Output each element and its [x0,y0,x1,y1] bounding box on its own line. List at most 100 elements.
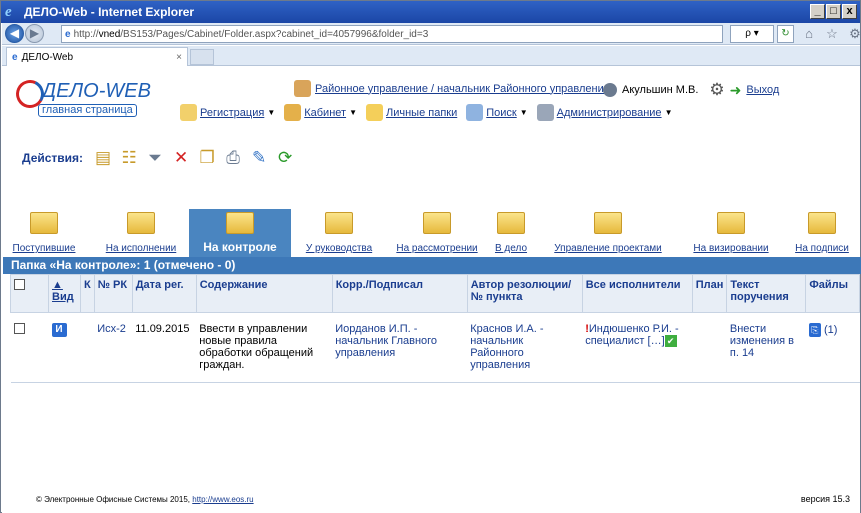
folder-tab-projects[interactable]: Управление проектами [541,209,675,257]
col-files: Файлы [805,274,860,313]
row-text[interactable]: Внести изменения в п. 14 [726,312,806,383]
org-link[interactable]: Районное управление / начальник Районног… [315,83,610,95]
col-num: № РК [93,274,133,313]
row-author[interactable]: Краснов И.А. - начальник Районного управ… [467,312,583,383]
print-icon[interactable]: ⎙ [223,148,243,168]
app-logo[interactable]: ДЕЛО-WEB главная страница [12,76,176,120]
favorites-star-icon[interactable]: ☆ [824,26,840,42]
search-icon [466,104,484,121]
folder-tab-label[interactable]: Управление проектами [541,243,675,254]
document-type-badge[interactable]: И [51,323,67,337]
filter-icon[interactable]: ⏷ [145,148,165,168]
menu-cabinet[interactable]: Кабинет ▼ [284,104,357,121]
folder-tab-review[interactable]: На рассмотрении [388,209,486,257]
folder-tab-label[interactable]: Поступившие [3,243,85,254]
col-corr: Корр./Подписал [331,274,468,313]
folder-icon [497,212,525,234]
folder-tab-label[interactable]: На рассмотрении [388,243,486,254]
maximize-button[interactable]: □ [826,4,841,19]
folder-tab-label[interactable]: На подписи [788,243,856,254]
tab-title: ДЕЛО-Web [21,51,74,63]
list-view-icon[interactable]: ☷ [119,148,139,168]
home-page-link[interactable]: главная страница [38,104,137,117]
refresh-icon[interactable]: ↻ [777,25,794,43]
chevron-down-icon: ▼ [267,108,276,117]
address-bar[interactable]: e http://vned/BS153/Pages/Cabinet/Folder… [61,25,723,43]
browser-navbar: ◀ ▶ e http://vned/BS153/Pages/Cabinet/Fo… [2,23,861,45]
home-icon[interactable]: ⌂ [801,26,817,42]
new-tab-button[interactable] [190,49,214,65]
folder-icon [127,212,155,234]
menu-search[interactable]: Поиск ▼ [466,104,528,121]
menu-registration[interactable]: Регистрация ▼ [180,104,275,121]
create-document-icon[interactable]: ▤ [93,148,113,168]
logout-link[interactable]: Выход [746,84,779,96]
folder-tab-incoming[interactable]: Поступившие [3,209,85,257]
folder-tab-label[interactable]: На исполнении [93,243,189,254]
refresh-icon[interactable]: ⟳ [275,148,295,168]
col-vid-label[interactable]: ▲ Вид [52,279,74,303]
chevron-down-icon: ▼ [349,108,357,117]
menu-cabinet-label[interactable]: Кабинет [304,107,346,119]
delete-icon[interactable]: ✕ [171,148,191,168]
folder-icon [594,212,622,234]
paperclip-icon[interactable]: ⎘ [808,323,821,337]
folder-tab-label[interactable]: У руководства [297,243,381,254]
menu-personal-folders-label[interactable]: Личные папки [386,107,457,119]
folder-icon [423,212,451,234]
page-footer: © Электронные Офисные Системы 2015, http… [36,495,254,504]
row-num[interactable]: Исх-2 [94,312,133,383]
search-dropdown[interactable]: ρ ▾ [730,25,774,43]
row-checkbox[interactable] [13,323,25,334]
logout-arrow-icon[interactable]: ➜ [730,82,742,99]
administration-icon [536,104,554,121]
table-row[interactable]: И Исх-2 11.09.2015 Ввести в управлении н… [10,312,860,383]
row-files-cell[interactable]: ⎘ (1) [805,312,860,383]
select-all-header [10,274,49,313]
row-content[interactable]: Ввести в управлении новые правила обрабо… [196,312,333,383]
col-vid[interactable]: ▲ Вид [48,274,81,313]
folder-tab-label[interactable]: В дело [491,243,531,254]
row-date: 11.09.2015 [132,312,197,383]
tab-close-icon[interactable]: × [176,52,182,63]
footer-link[interactable]: http://www.eos.ru [192,495,253,504]
row-plan-cell [692,312,727,383]
select-all-checkbox[interactable] [14,279,25,290]
folder-tab-approval[interactable]: На визировании [689,209,773,257]
folder-tab-signature[interactable]: На подписи [788,209,856,257]
window-titlebar: e ДЕЛО-Web - Internet Explorer _ □ x [1,1,860,23]
folder-tab-to-file[interactable]: В дело [491,209,531,257]
ie-logo-icon: e [5,3,12,20]
browser-tabs: e ДЕЛО-Web × [2,46,860,66]
row-vid-cell: И [48,312,81,383]
folder-tab-in-execution[interactable]: На исполнении [93,209,189,257]
row-executors-cell[interactable]: !Индюшенко Р.И. - специалист […] ✔ [582,312,693,383]
browser-tab[interactable]: e ДЕЛО-Web × [6,47,188,66]
copy-icon[interactable]: ❐ [197,148,217,168]
close-button[interactable]: x [842,4,857,19]
folder-tabs: Поступившие На исполнении На контроле У … [3,209,861,257]
folder-icon [325,212,353,234]
tab-favicon-icon: e [12,51,18,63]
folder-tab-label[interactable]: На визировании [689,243,773,254]
row-corr[interactable]: Иорданов И.П. - начальник Главного управ… [332,312,468,383]
folder-tab-on-control[interactable]: На контроле [189,209,291,257]
forward-button[interactable]: ▶ [25,24,44,43]
menu-search-label[interactable]: Поиск [486,107,516,119]
minimize-button[interactable]: _ [810,4,825,19]
settings-gear-icon[interactable]: ⚙ [709,80,724,100]
actions-toolbar: Действия: ▤ ☷ ⏷ ✕ ❐ ⎙ ✎ ⟳ [22,148,295,168]
settings-gear-icon[interactable]: ⚙ [847,26,861,42]
row-files-count[interactable]: (1) [824,324,837,336]
menu-registration-label[interactable]: Регистрация [200,107,264,119]
back-button[interactable]: ◀ [5,24,24,43]
row-k-cell [80,312,95,383]
documents-table: ▲ Вид К № РК Дата рег. Содержание Корр./… [10,274,860,383]
menu-administration[interactable]: Администрирование ▼ [536,104,672,121]
menu-administration-label[interactable]: Администрирование [557,107,662,119]
menu-personal-folders[interactable]: Личные папки [366,104,457,121]
actions-label: Действия: [22,151,84,165]
folder-tab-management[interactable]: У руководства [297,209,381,257]
org-icon [294,80,311,97]
attach-icon[interactable]: ✎ [249,148,269,168]
